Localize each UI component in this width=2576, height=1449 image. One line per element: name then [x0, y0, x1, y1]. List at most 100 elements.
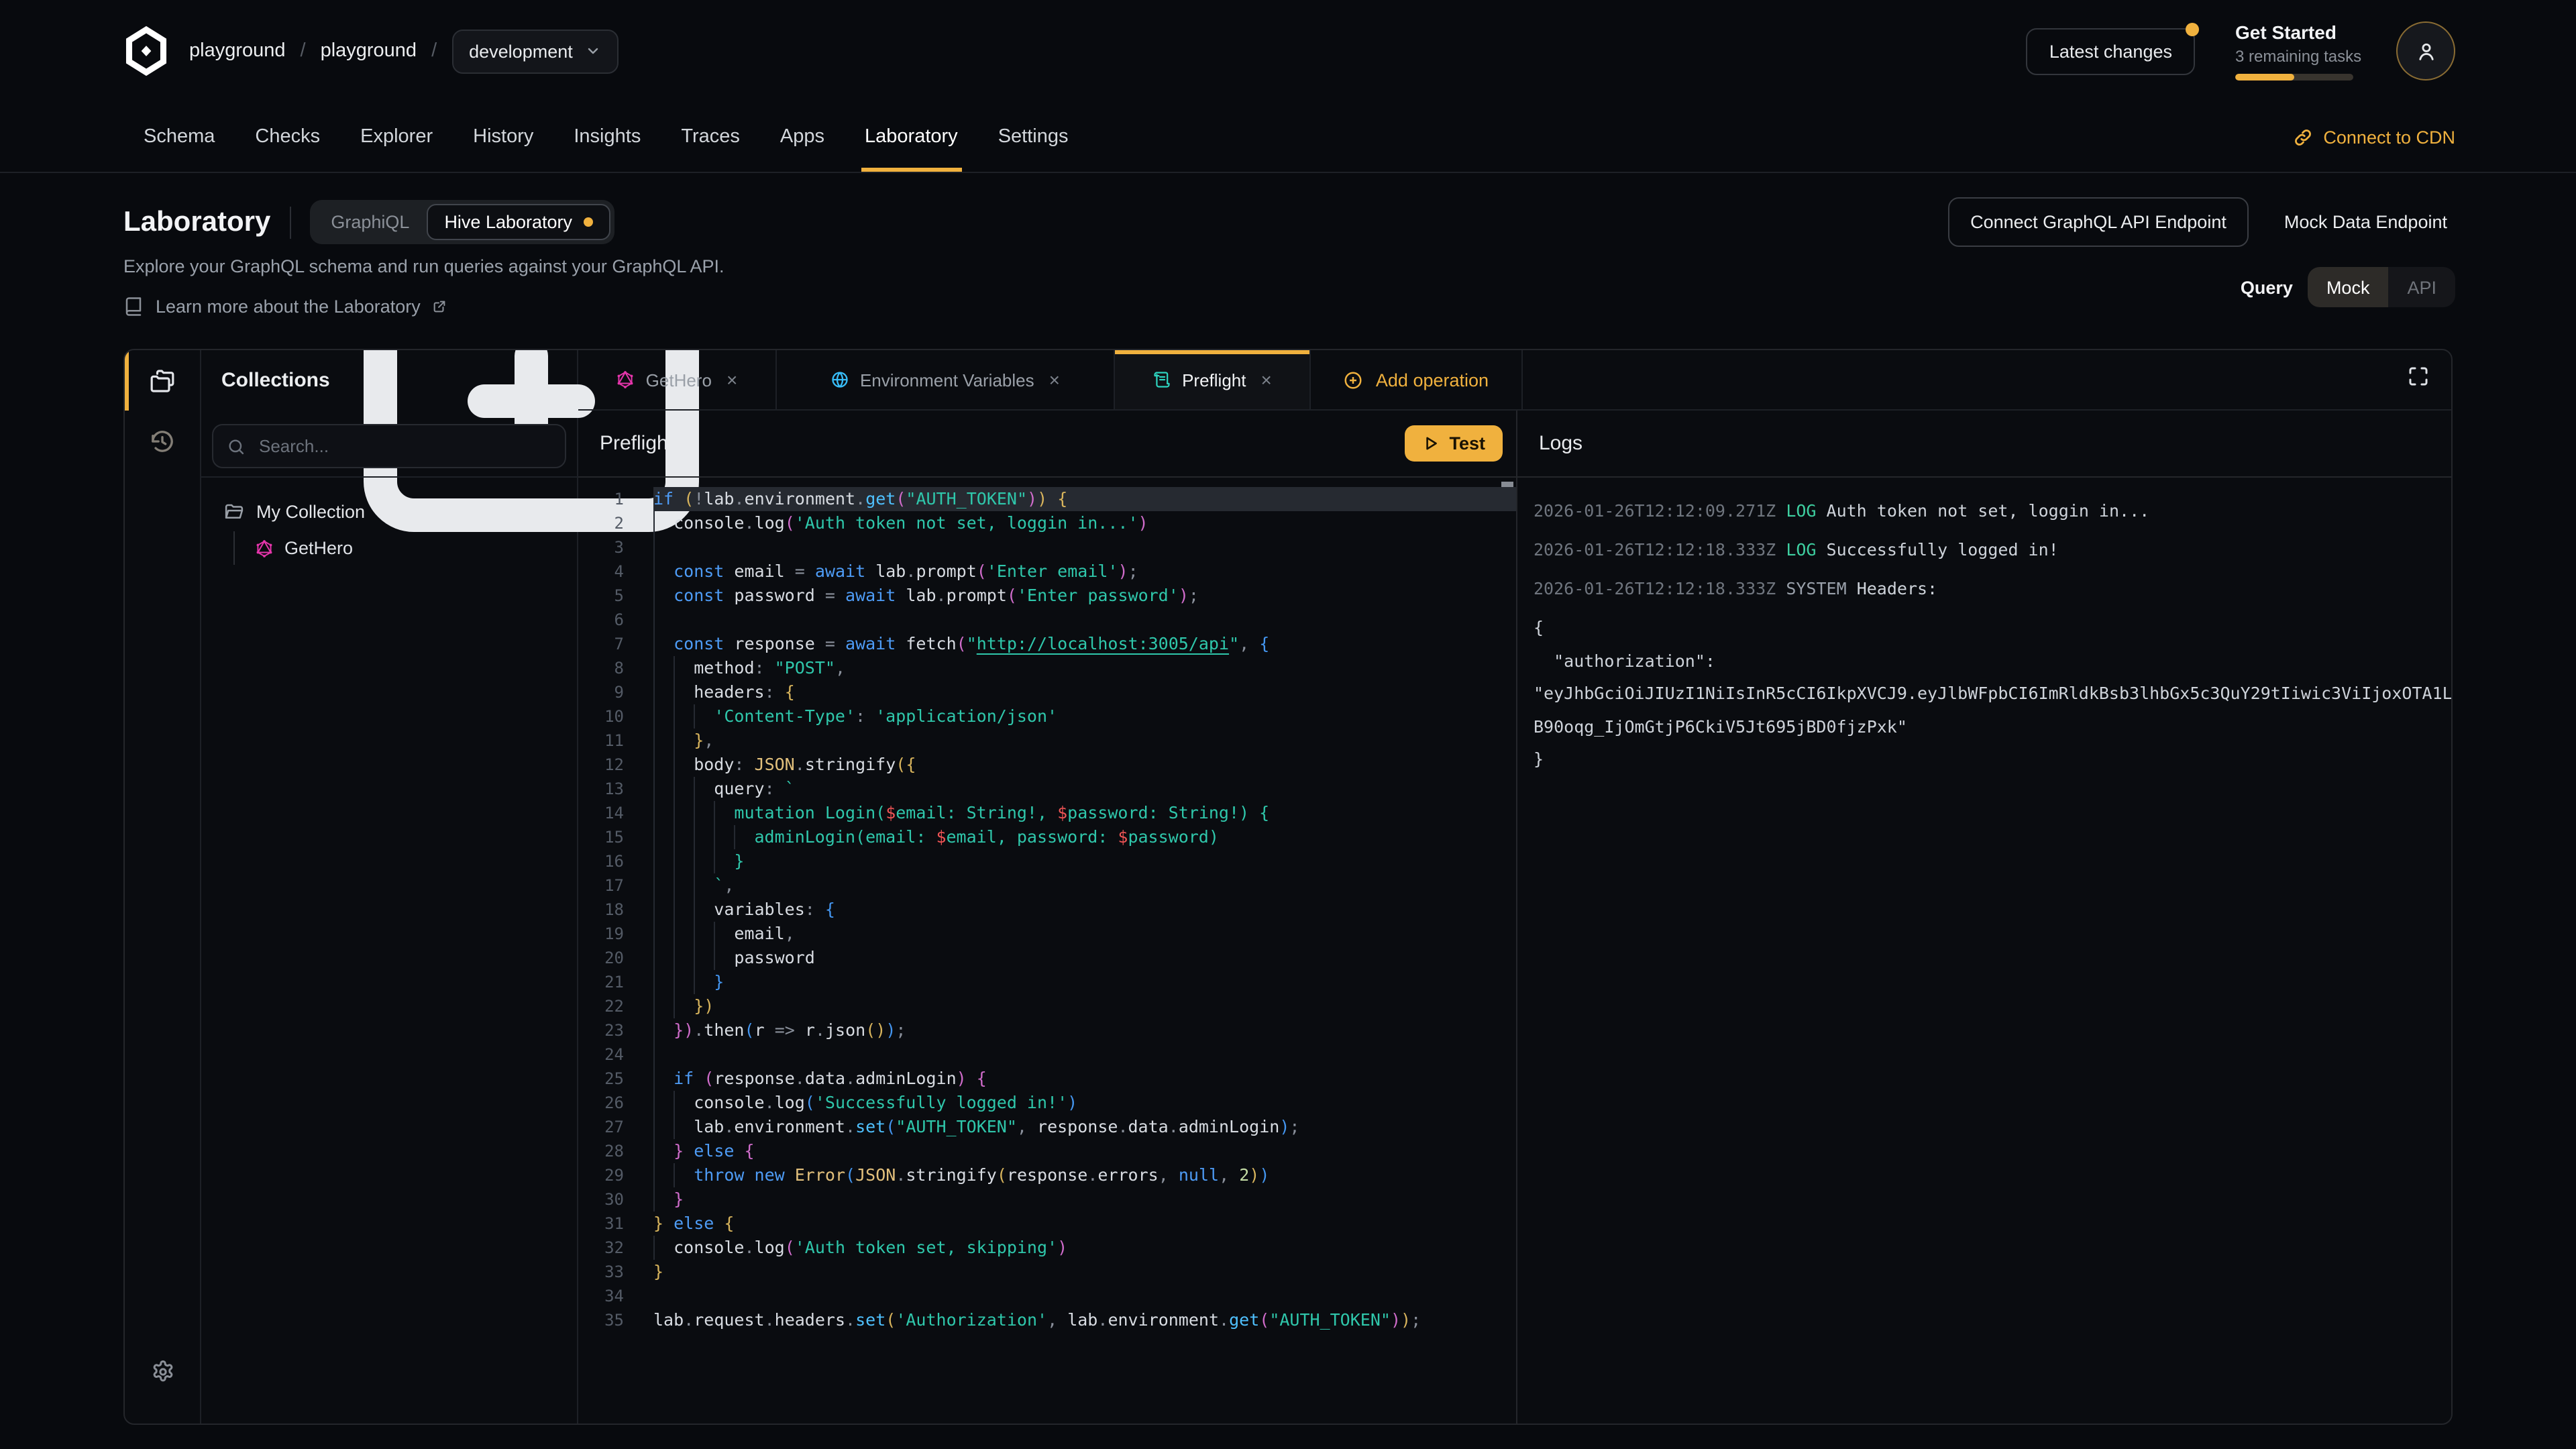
indent-guide: [653, 825, 655, 849]
graphql-icon: [616, 370, 635, 389]
user-avatar[interactable]: [2396, 21, 2455, 80]
line-number: 10: [578, 704, 653, 729]
collection-name: My Collection: [256, 502, 365, 522]
indent-guide: [674, 777, 675, 801]
code-line-content: method: "POST",: [653, 656, 1516, 680]
history-icon: [149, 427, 176, 454]
line-number: 12: [578, 753, 653, 777]
rail-collections-button[interactable]: [125, 350, 200, 411]
collection-item[interactable]: My Collection: [224, 502, 577, 522]
connect-to-cdn-link[interactable]: Connect to CDN: [2292, 102, 2455, 172]
nav-spacer: [1109, 102, 2253, 172]
code-line-content: const email = await lab.prompt('Enter em…: [653, 559, 1516, 584]
code-line: 6: [578, 608, 1516, 632]
breadcrumb-separator: /: [431, 40, 437, 62]
code-line: 22}): [578, 994, 1516, 1018]
code-line: 3: [578, 535, 1516, 559]
learn-more-label: Learn more about the Laboratory: [156, 297, 421, 317]
external-link-icon: [433, 299, 447, 314]
search-input[interactable]: [256, 435, 551, 458]
log-timestamp: 2026-01-26T12:12:18.333Z: [1534, 578, 1786, 598]
app-root: playground / playground / development La…: [0, 0, 2576, 1449]
nav-item-explorer[interactable]: Explorer: [360, 102, 433, 172]
code-line-content: password: [653, 946, 1516, 970]
breadcrumb-project[interactable]: playground: [321, 40, 417, 62]
nav-item-checks[interactable]: Checks: [255, 102, 320, 172]
rail-settings-button[interactable]: [125, 1342, 200, 1402]
log-raw-line: B90oqg_IjOmGtjP6CkiV5Jt695jBD0fjzPxk": [1534, 710, 2451, 743]
target-selector[interactable]: development: [451, 29, 619, 73]
close-icon[interactable]: ×: [727, 369, 737, 390]
link-icon: [2292, 127, 2312, 147]
line-number: 13: [578, 777, 653, 801]
collections-tree: My Collection GetHero: [201, 478, 577, 565]
code-line: 15adminLogin(email: $email, password: $p…: [578, 825, 1516, 849]
close-icon[interactable]: ×: [1261, 369, 1272, 390]
search-box: [212, 424, 566, 468]
line-number: 26: [578, 1091, 653, 1115]
test-button[interactable]: Test: [1405, 425, 1503, 462]
log-message: Successfully logged in!: [1827, 539, 2059, 559]
search-icon: [227, 437, 246, 455]
tab-gethero[interactable]: GetHero×: [578, 350, 777, 409]
collections-icon: [149, 367, 176, 394]
indent-guide: [734, 825, 735, 849]
nav-item-apps[interactable]: Apps: [780, 102, 824, 172]
code-editor[interactable]: 1if (!lab.environment.get("AUTH_TOKEN"))…: [578, 478, 1516, 1424]
nav-item-settings[interactable]: Settings: [998, 102, 1069, 172]
breadcrumb: playground / playground / development: [189, 29, 619, 73]
query-mode-api[interactable]: API: [2388, 267, 2455, 307]
tab-preflight[interactable]: Preflight ×: [1115, 350, 1311, 409]
indent-guide: [674, 801, 675, 825]
breadcrumb-org[interactable]: playground: [189, 40, 286, 62]
query-mode-segmented-control: MockAPI: [2308, 267, 2455, 307]
add-operation-button[interactable]: Add operation: [1311, 350, 1523, 409]
nav-item-traces[interactable]: Traces: [681, 102, 740, 172]
nav-item-insights[interactable]: Insights: [574, 102, 641, 172]
close-icon[interactable]: ×: [1049, 369, 1060, 390]
rail-history-button[interactable]: [125, 411, 200, 471]
code-line: 18variables: {: [578, 898, 1516, 922]
hive-logo-icon[interactable]: [123, 25, 169, 76]
code-line-content: const password = await lab.prompt('Enter…: [653, 584, 1516, 608]
code-line-content: headers: {: [653, 680, 1516, 704]
code-line: 32console.log('Auth token set, skipping'…: [578, 1236, 1516, 1260]
indent-guide: [674, 656, 675, 680]
code-line-content: 'Content-Type': 'application/json': [653, 704, 1516, 729]
indent-guide: [653, 559, 655, 584]
gear-icon: [150, 1359, 175, 1385]
mode-option-hive-laboratory[interactable]: Hive Laboratory: [427, 204, 610, 240]
play-icon: [1422, 435, 1440, 452]
get-started-widget[interactable]: Get Started 3 remaining tasks: [2235, 21, 2359, 80]
connect-graphql-endpoint-button[interactable]: Connect GraphQL API Endpoint: [1947, 197, 2249, 247]
operation-name: GetHero: [284, 538, 353, 558]
tab-label: Preflight: [1182, 370, 1246, 390]
tab-environment-variables[interactable]: Environment Variables×: [777, 350, 1115, 409]
indent-guide: [694, 922, 695, 946]
mock-data-endpoint-button[interactable]: Mock Data Endpoint: [2276, 199, 2455, 246]
notification-dot: [2186, 22, 2199, 36]
scroll-position-marker: [1501, 482, 1513, 487]
code-line-content: }: [653, 1187, 1516, 1212]
nav-item-history[interactable]: History: [473, 102, 533, 172]
fullscreen-button[interactable]: [2407, 365, 2430, 394]
code-line: 17`,: [578, 873, 1516, 898]
mode-option-graphiql[interactable]: GraphiQL: [313, 204, 427, 240]
latest-changes-button[interactable]: Latest changes: [2027, 28, 2195, 74]
nav-item-schema[interactable]: Schema: [144, 102, 215, 172]
code-line: 21}: [578, 970, 1516, 994]
code-line: 16}: [578, 849, 1516, 873]
code-line-content: email,: [653, 922, 1516, 946]
code-line-content: const response = await fetch("http://loc…: [653, 632, 1516, 656]
page-header: Laboratory GraphiQLHive Laboratory Explo…: [0, 173, 2576, 349]
nav-item-laboratory[interactable]: Laboratory: [865, 102, 958, 172]
query-mode-mock[interactable]: Mock: [2308, 267, 2389, 307]
main-nav: Schema Checks Explorer History Insights Trace…: [0, 102, 2576, 173]
indent-guide: [674, 704, 675, 729]
code-line-content: query: `: [653, 777, 1516, 801]
operation-item-gethero[interactable]: GetHero: [255, 531, 577, 565]
indent-guide: [714, 825, 715, 849]
graphql-icon: [255, 539, 274, 557]
collections-title: Collections: [221, 369, 330, 392]
code-line-content: if (response.data.adminLogin) {: [653, 1067, 1516, 1091]
